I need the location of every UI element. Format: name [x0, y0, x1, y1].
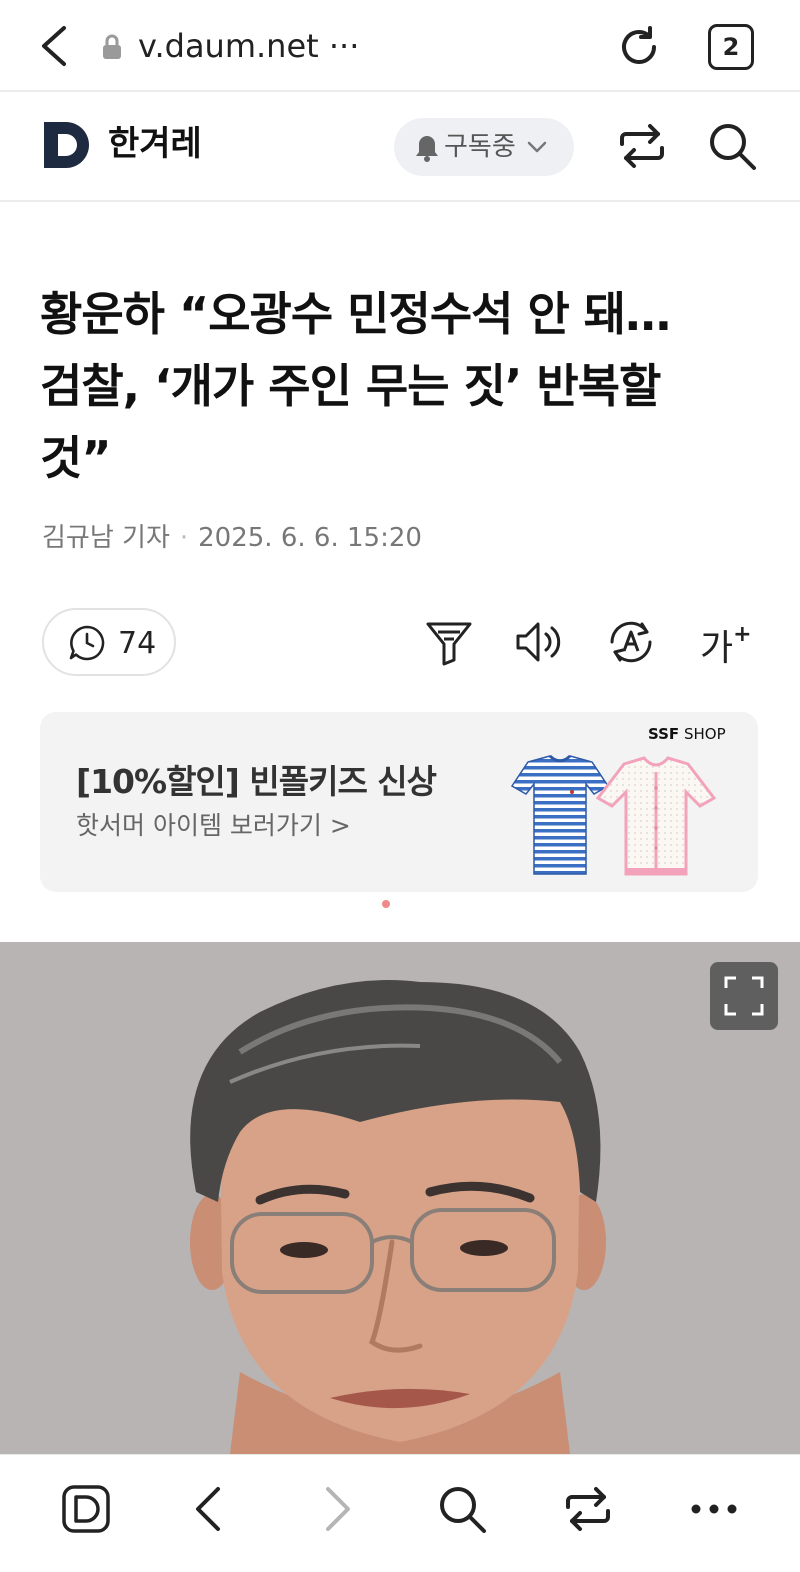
article-photo[interactable] [0, 942, 800, 1454]
ad-title: [10%할인] 빈폴키즈 신상 [76, 762, 437, 801]
lock-icon [103, 34, 121, 59]
article-headline: 황운하 “오광수 민정수석 안 돼… 검찰, ‘개가 주인 무는 짓’ 반복할 … [40, 278, 740, 494]
daum-d-logo-icon[interactable] [42, 120, 92, 170]
headline-line: 것” [40, 431, 112, 485]
browser-toolbar: v.daum.net ··· 2 [0, 0, 800, 92]
portrait-image [0, 942, 800, 1454]
share-icon[interactable] [560, 1481, 616, 1537]
forward-icon[interactable] [308, 1481, 364, 1537]
chevron-down-icon [527, 141, 547, 153]
ad-banner[interactable]: [10%할인] 빈폴키즈 신상 핫서머 아이템 보러가기 > SSF SHOP [40, 712, 758, 892]
press-name[interactable]: 한겨레 [108, 122, 202, 166]
more-icon[interactable] [686, 1481, 742, 1537]
bottom-navigation [0, 1454, 800, 1572]
reload-icon[interactable] [616, 24, 662, 70]
address-bar-url[interactable]: v.daum.net ··· [138, 26, 359, 66]
carousel-indicator [382, 900, 390, 908]
share-icon[interactable] [616, 122, 668, 170]
daum-home-icon[interactable] [58, 1481, 114, 1537]
font-size-button[interactable]: 가+ [700, 616, 752, 674]
separator-dot: · [179, 523, 189, 553]
comments-button[interactable]: 74 [42, 608, 176, 676]
expand-image-button[interactable] [710, 962, 778, 1030]
search-icon[interactable] [706, 120, 758, 172]
subscribe-label: 구독중 [444, 132, 516, 162]
comment-count: 74 [118, 626, 157, 661]
bell-icon [416, 136, 438, 162]
comment-icon [69, 625, 105, 661]
subscribe-button[interactable]: 구독중 [394, 118, 574, 176]
font-size-plus: + [733, 622, 752, 647]
read-aloud-icon[interactable] [514, 616, 564, 668]
back-icon[interactable] [182, 1481, 238, 1537]
headline-line: 검찰, ‘개가 주인 무는 짓’ 반복할 [40, 359, 661, 413]
fullscreen-icon [724, 976, 764, 1016]
kids-shirts-product-image [510, 754, 717, 876]
ad-subtitle: 핫서머 아이템 보러가기 > [76, 811, 351, 840]
reporter-name[interactable]: 김규남 기자 [42, 523, 170, 553]
headline-line: 황운하 “오광수 민정수석 안 돼… [40, 287, 671, 341]
ad-brand: SSF SHOP [648, 724, 726, 744]
ad-brand-rest: SHOP [679, 725, 726, 743]
font-size-label: 가 [700, 628, 734, 669]
article-byline: 김규남 기자 · 2025. 6. 6. 15:20 [42, 520, 422, 556]
site-header: 한겨레 구독중 [0, 94, 800, 202]
ad-brand-bold: SSF [648, 725, 680, 743]
article-timestamp: 2025. 6. 6. 15:20 [198, 523, 422, 553]
search-icon[interactable] [434, 1481, 490, 1537]
browser-back-icon[interactable] [36, 24, 76, 68]
tab-count-button[interactable]: 2 [708, 24, 754, 70]
summary-filter-icon[interactable] [424, 616, 474, 668]
translate-icon[interactable] [606, 616, 656, 668]
